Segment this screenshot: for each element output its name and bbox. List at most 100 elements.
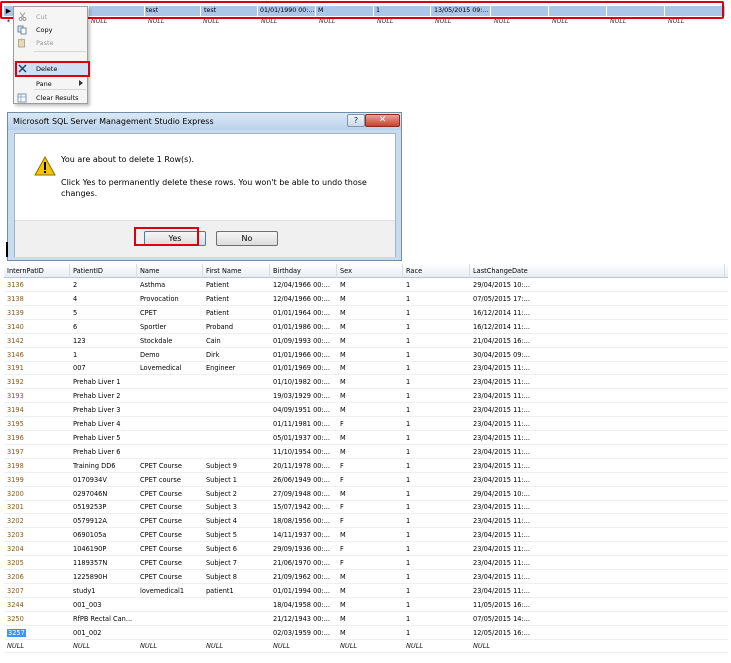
null-cell[interactable]: NULL <box>70 639 137 653</box>
no-button[interactable]: No <box>216 231 278 246</box>
table-cell[interactable]: Lovemedical <box>137 361 203 375</box>
table-cell[interactable]: M <box>337 389 403 403</box>
table-cell[interactable]: 3257 <box>4 626 70 640</box>
table-cell[interactable]: Patient <box>203 278 270 292</box>
table-cell[interactable]: 1 <box>403 306 470 320</box>
table-cell[interactable]: F <box>337 473 403 487</box>
table-cell[interactable]: 1 <box>403 417 470 431</box>
table-cell[interactable]: 01/01/1969 00:... <box>270 361 337 375</box>
column-header-internpatid[interactable]: InternPatID <box>4 264 70 278</box>
table-cell[interactable] <box>203 389 270 403</box>
table-cell[interactable]: 30/04/2015 09:... <box>470 348 725 362</box>
table-cell[interactable]: Engineer <box>203 361 270 375</box>
table-cell[interactable]: M <box>337 487 403 501</box>
table-cell[interactable]: 11/05/2015 16:... <box>470 598 725 612</box>
table-cell[interactable]: M <box>337 292 403 306</box>
table-cell[interactable]: Subject 4 <box>203 514 270 528</box>
null-cell[interactable]: NULL <box>403 639 470 653</box>
table-cell[interactable]: Training DD6 <box>70 459 137 473</box>
table-cell[interactable]: CPET course <box>137 473 203 487</box>
table-cell[interactable]: 4 <box>70 292 137 306</box>
table-cell[interactable]: M <box>337 570 403 584</box>
table-cell[interactable] <box>203 626 270 640</box>
table-cell[interactable] <box>137 375 203 389</box>
table-cell[interactable]: CPET Course <box>137 459 203 473</box>
table-cell[interactable]: 23/04/2015 11:... <box>470 570 725 584</box>
table-cell[interactable]: 01/09/1993 00:... <box>270 334 337 348</box>
table-cell[interactable]: 01/01/1994 00:... <box>270 584 337 598</box>
table-cell[interactable]: Subject 1 <box>203 473 270 487</box>
table-cell[interactable]: 5 <box>70 306 137 320</box>
menu-item-cut[interactable]: Cut <box>14 10 88 23</box>
table-cell[interactable]: 1 <box>403 320 470 334</box>
table-cell[interactable]: 3193 <box>4 389 70 403</box>
table-cell[interactable]: 3194 <box>4 403 70 417</box>
null-cell[interactable]: NULL <box>470 639 725 653</box>
column-header-patientid[interactable]: PatientID <box>70 264 137 278</box>
table-cell[interactable] <box>137 417 203 431</box>
table-cell[interactable]: 01/10/1982 00:... <box>270 375 337 389</box>
table-cell[interactable]: 0297046N <box>70 487 137 501</box>
table-cell[interactable]: 3146 <box>4 348 70 362</box>
table-cell[interactable] <box>137 598 203 612</box>
table-cell[interactable]: 29/04/2015 10:... <box>470 487 725 501</box>
table-cell[interactable]: 1 <box>403 528 470 542</box>
table-cell[interactable] <box>203 417 270 431</box>
table-row[interactable]: 3198 Training DD6 CPET Course Subject 9 20/1… <box>4 459 728 473</box>
table-cell[interactable] <box>203 403 270 417</box>
table-cell[interactable]: Subject 2 <box>203 487 270 501</box>
table-cell[interactable]: Sportler <box>137 320 203 334</box>
table-cell[interactable]: 21/04/2015 16:... <box>470 334 725 348</box>
table-cell[interactable]: 07/05/2015 17:... <box>470 292 725 306</box>
table-cell[interactable]: 1 <box>403 598 470 612</box>
table-cell[interactable]: F <box>337 500 403 514</box>
table-cell[interactable]: M <box>337 334 403 348</box>
table-cell[interactable]: 23/04/2015 11:... <box>470 375 725 389</box>
table-row[interactable]: 3207 study1 lovemedical1 patient1 01/01/1994… <box>4 584 728 598</box>
table-cell[interactable]: F <box>337 542 403 556</box>
table-cell[interactable]: 0579912A <box>70 514 137 528</box>
table-cell[interactable]: Demo <box>137 348 203 362</box>
table-row[interactable]: 3202 0579912A CPET Course Subject 4 18/08/19… <box>4 514 728 529</box>
table-cell[interactable]: 27/09/1948 00:... <box>270 487 337 501</box>
table-cell[interactable]: Prehab Liver 3 <box>70 403 137 417</box>
table-cell[interactable]: F <box>337 417 403 431</box>
table-cell[interactable]: 3138 <box>4 292 70 306</box>
table-cell[interactable]: M <box>337 626 403 640</box>
table-cell[interactable]: 1 <box>403 500 470 514</box>
table-cell[interactable]: Subject 3 <box>203 500 270 514</box>
table-cell[interactable]: 16/12/2014 11:... <box>470 320 725 334</box>
table-cell[interactable]: 1 <box>403 570 470 584</box>
table-row[interactable]: 3192 Prehab Liver 1 01/10/1982 00:... M 1 23/… <box>4 375 728 390</box>
table-cell[interactable]: M <box>337 612 403 626</box>
table-cell[interactable]: 29/09/1936 00:... <box>270 542 337 556</box>
table-cell[interactable]: M <box>337 306 403 320</box>
table-cell[interactable]: 23/04/2015 11:... <box>470 542 725 556</box>
menu-item-copy[interactable]: Copy <box>14 23 88 36</box>
table-null-row[interactable]: NULL NULL NULL NULL NULL NULL NULL NULL <box>4 639 728 654</box>
table-cell[interactable]: 18/08/1956 00:... <box>270 514 337 528</box>
table-cell[interactable]: 1 <box>403 334 470 348</box>
table-cell[interactable]: 3136 <box>4 278 70 292</box>
table-row[interactable]: 3204 1046190P CPET Course Subject 6 29/09/19… <box>4 542 728 557</box>
table-cell[interactable]: 23/04/2015 11:... <box>470 528 725 542</box>
table-cell[interactable]: 1 <box>403 473 470 487</box>
table-row[interactable]: 3138 4 Provocation Patient 12/04/1966 00:...… <box>4 292 728 306</box>
table-cell[interactable]: 23/04/2015 11:... <box>470 473 725 487</box>
table-cell[interactable]: 1 <box>403 626 470 640</box>
column-header-sex[interactable]: Sex <box>337 264 403 278</box>
table-cell[interactable]: Prehab Liver 4 <box>70 417 137 431</box>
table-cell[interactable]: 21/06/1970 00:... <box>270 556 337 570</box>
column-header-name[interactable]: Name <box>137 264 203 278</box>
table-row[interactable]: 3140 6 Sportler Proband 01/01/1986 00:... M 1 1… <box>4 320 728 334</box>
table-row[interactable]: 3197 Prehab Liver 6 11/10/1954 00:... M 1 23/… <box>4 445 728 459</box>
table-cell[interactable]: M <box>337 445 403 459</box>
table-cell[interactable]: Prehab Liver 1 <box>70 375 137 389</box>
table-cell[interactable]: 3205 <box>4 556 70 570</box>
table-cell[interactable]: 123 <box>70 334 137 348</box>
table-cell[interactable]: 19/03/1929 00:... <box>270 389 337 403</box>
table-cell[interactable]: 29/04/2015 10:... <box>470 278 725 292</box>
column-header-first-name[interactable]: First Name <box>203 264 270 278</box>
null-cell[interactable]: NULL <box>203 639 270 653</box>
table-cell[interactable]: 23/04/2015 11:... <box>470 431 725 445</box>
